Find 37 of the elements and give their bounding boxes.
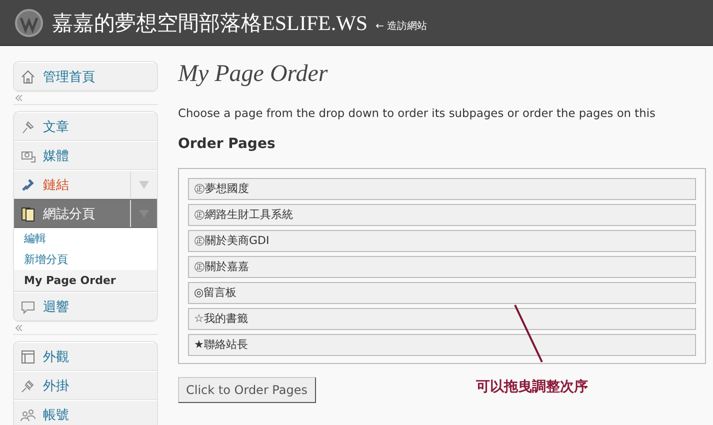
menu-icon (20, 298, 36, 314)
submenu-item[interactable]: 編輯 (14, 228, 157, 249)
description-text: Choose a page from the drop down to order its subpages or order the pages on this (178, 106, 656, 120)
submenu-item[interactable]: 新增分頁 (14, 249, 157, 270)
submenu-item[interactable]: My Page Order (14, 270, 157, 291)
logo-icon (14, 8, 44, 38)
site-title: 嘉嘉的夢想空間部落格ESLIFE.WS (52, 10, 368, 36)
menu-icon (20, 176, 36, 192)
menu-icon (20, 378, 36, 394)
page-list-item[interactable]: ☆我的書籤 (188, 308, 696, 330)
menu-icon (20, 206, 36, 222)
page-list-item[interactable]: ◎留言板 (188, 282, 696, 304)
page-title: My Page Order (178, 61, 329, 88)
menu-item[interactable]: 迴響 (14, 292, 157, 321)
menu-item[interactable]: 網誌分頁 (14, 199, 157, 228)
order-pages-button[interactable]: Click to Order Pages (178, 377, 316, 403)
collapse-icon[interactable] (15, 325, 23, 331)
menu-item[interactable]: 文章 (14, 112, 157, 141)
page-list-item[interactable]: ㊣夢想國度 (188, 178, 696, 200)
menu-icon (20, 68, 36, 84)
menu-icon (20, 118, 36, 134)
page-list-item[interactable]: ㊣關於美商GDI (188, 230, 696, 252)
collapse-icon[interactable] (15, 95, 23, 101)
menu-icon (20, 406, 36, 422)
page-list-item[interactable]: ★聯絡站長 (188, 334, 696, 356)
page-list-item[interactable]: ㊣關於嘉嘉 (188, 256, 696, 278)
menu-item[interactable]: 帳號 (14, 400, 157, 425)
leader-line (514, 304, 544, 364)
visit-site-link[interactable]: ← 造訪網站 (376, 18, 428, 32)
page-list-item[interactable]: ㊣網路生財工具系統 (188, 204, 696, 226)
menu-item[interactable]: 管理首頁 (14, 62, 157, 91)
annotation-text: 可以拖曳調整次序 (476, 378, 588, 396)
menu-item[interactable]: 外觀 (14, 342, 157, 371)
menu-item[interactable]: 外掛 (14, 371, 157, 400)
menu-icon (20, 348, 36, 364)
section-title: Order Pages (178, 136, 276, 152)
menu-item[interactable]: 媒體 (14, 141, 157, 170)
